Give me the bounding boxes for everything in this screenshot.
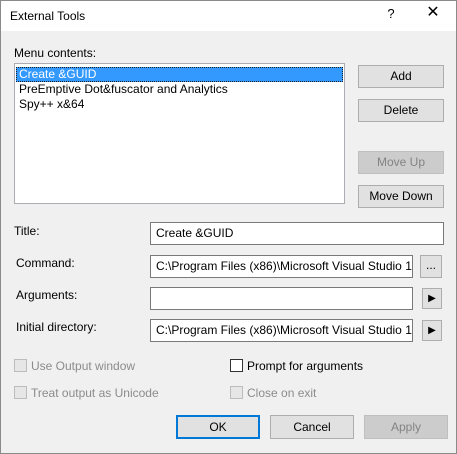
arguments-field[interactable]	[150, 287, 413, 310]
window-title: External Tools	[10, 9, 86, 23]
list-item[interactable]: Spy++ x&64	[16, 97, 343, 112]
menu-contents-list[interactable]: Create &GUID PreEmptive Dot&fuscator and…	[14, 63, 345, 204]
command-label: Command:	[16, 256, 75, 270]
initial-directory-field[interactable]: C:\Program Files (x86)\Microsoft Visual …	[150, 319, 413, 342]
arguments-label: Arguments:	[16, 288, 78, 302]
external-tools-dialog: External Tools ? ✕ Menu contents: Create…	[0, 0, 457, 454]
list-item[interactable]: PreEmptive Dot&fuscator and Analytics	[16, 82, 343, 97]
help-icon[interactable]: ?	[381, 4, 401, 24]
close-on-exit-label: Close on exit	[247, 386, 317, 400]
initial-directory-label: Initial directory:	[16, 320, 97, 334]
move-down-button[interactable]: Move Down	[358, 185, 444, 208]
cancel-button[interactable]: Cancel	[270, 415, 354, 439]
ok-button[interactable]: OK	[176, 415, 260, 439]
list-item[interactable]: Create &GUID	[16, 67, 343, 82]
title-label: Title:	[14, 224, 40, 238]
close-on-exit-checkbox[interactable]	[230, 386, 243, 399]
arguments-arrow-icon[interactable]: ▶	[422, 288, 442, 309]
prompt-for-arguments-label: Prompt for arguments	[247, 359, 364, 373]
use-output-window-checkbox[interactable]	[14, 359, 27, 372]
treat-output-as-unicode-checkbox[interactable]	[14, 386, 27, 399]
title-field[interactable]: Create &GUID	[150, 222, 444, 245]
prompt-for-arguments-checkbox[interactable]	[230, 359, 243, 372]
add-button[interactable]: Add	[358, 65, 444, 88]
delete-button[interactable]: Delete	[358, 99, 444, 122]
close-icon[interactable]: ✕	[421, 2, 445, 24]
menu-contents-label: Menu contents:	[14, 46, 97, 60]
browse-command-button[interactable]: ...	[420, 255, 442, 278]
move-up-button[interactable]: Move Up	[358, 151, 444, 174]
command-field[interactable]: C:\Program Files (x86)\Microsoft Visual …	[150, 255, 413, 278]
treat-output-as-unicode-label: Treat output as Unicode	[31, 386, 159, 400]
use-output-window-label: Use Output window	[31, 359, 136, 373]
apply-button[interactable]: Apply	[364, 415, 448, 439]
title-bar: External Tools ? ✕	[1, 1, 456, 31]
initial-directory-arrow-icon[interactable]: ▶	[422, 320, 442, 341]
